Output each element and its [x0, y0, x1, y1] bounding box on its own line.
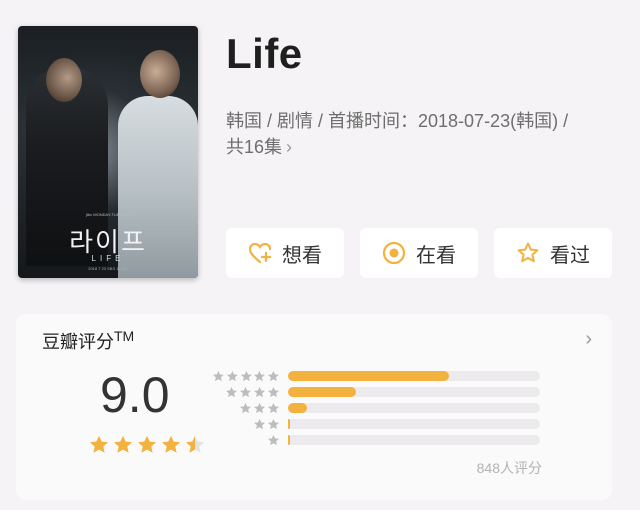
target-icon: [382, 241, 406, 265]
small-star-icon: [213, 371, 224, 381]
distribution-row-3-star: [212, 400, 552, 416]
rating-star-icon: [114, 435, 132, 453]
poster-head-right: [140, 50, 180, 98]
watching-button[interactable]: 在看: [360, 228, 478, 278]
small-star-icon: [268, 419, 279, 430]
star-outline-icon: [517, 242, 539, 263]
poster-small-text: 2018 7 23 SBS 11 jtbc: [88, 266, 128, 271]
small-star-icon: [254, 387, 265, 398]
small-star-icon: [254, 403, 265, 414]
small-star-icon: [268, 403, 279, 414]
episodes-text: 共16集: [226, 137, 283, 157]
watching-label: 在看: [416, 244, 456, 267]
chevron-right-icon[interactable]: ›: [585, 328, 592, 351]
small-star-icon: [226, 387, 237, 398]
heart-plus-icon: [248, 242, 272, 264]
small-star-icon: [268, 371, 279, 381]
distribution-bar-track: [288, 371, 540, 381]
distribution-row-2-star: [212, 416, 552, 432]
watched-label: 看过: [550, 244, 590, 267]
distribution-stars: [212, 386, 280, 398]
poster-network-text: jtbc MONDAY-TUESDAY: [85, 212, 131, 217]
movie-meta[interactable]: 韩国 / 剧情 / 首播时间：2018-07-23(韩国) / 共16集 ›: [226, 108, 626, 160]
small-star-icon: [240, 371, 252, 381]
distribution-row-4-star: [212, 384, 552, 400]
distribution-stars: [212, 370, 280, 382]
distribution-stars: [212, 418, 280, 430]
distribution-bar-fill: [288, 387, 357, 397]
rating-card[interactable]: 豆瓣评分TM › 9.0 848人评分: [16, 314, 612, 500]
small-star-icon: [254, 419, 265, 430]
chevron-right-icon: ›: [286, 137, 293, 157]
rating-star-icon: [186, 435, 204, 453]
rating-star-icon: [90, 435, 108, 453]
distribution-bar-track: [288, 419, 540, 429]
small-star-icon: [240, 403, 251, 414]
small-star-icon: [226, 371, 238, 381]
small-star-icon: [268, 387, 279, 398]
distribution-bar-fill: [288, 435, 291, 445]
want-to-watch-label: 想看: [282, 244, 322, 267]
rating-star-icon: [162, 435, 180, 453]
distribution-bar-track: [288, 435, 540, 445]
distribution-row-5-star: [212, 368, 552, 384]
distribution-stars: [212, 402, 280, 414]
rating-score: 9.0: [100, 367, 170, 423]
poster-title-english: LIFE: [91, 254, 125, 263]
distribution-bar-track: [288, 403, 540, 413]
watched-button[interactable]: 看过: [494, 228, 612, 278]
poster-head-left: [46, 58, 82, 102]
distribution-bar-fill: [288, 419, 291, 429]
rater-count: 848人评分: [476, 460, 542, 476]
distribution-row-1-star: [212, 432, 552, 448]
small-star-icon: [268, 435, 279, 446]
distribution-bar-track: [288, 387, 540, 397]
distribution-bar-fill: [288, 403, 307, 413]
small-star-icon: [240, 387, 251, 398]
meta-line-2[interactable]: 共16集 ›: [226, 134, 626, 160]
rating-stars: [88, 434, 206, 456]
small-star-icon: [254, 371, 266, 381]
distribution-stars: [212, 434, 280, 446]
rating-title: 豆瓣评分TM: [42, 328, 135, 352]
poster-image[interactable]: jtbc MONDAY-TUESDAY 라이프 LIFE 2018 7 23 S…: [18, 26, 198, 278]
movie-title: Life: [226, 30, 303, 77]
distribution-bar-fill: [288, 371, 450, 381]
want-to-watch-button[interactable]: 想看: [226, 228, 344, 278]
meta-line-1: 韩国 / 剧情 / 首播时间：2018-07-23(韩国) /: [226, 111, 569, 131]
rating-star-icon: [138, 435, 156, 453]
